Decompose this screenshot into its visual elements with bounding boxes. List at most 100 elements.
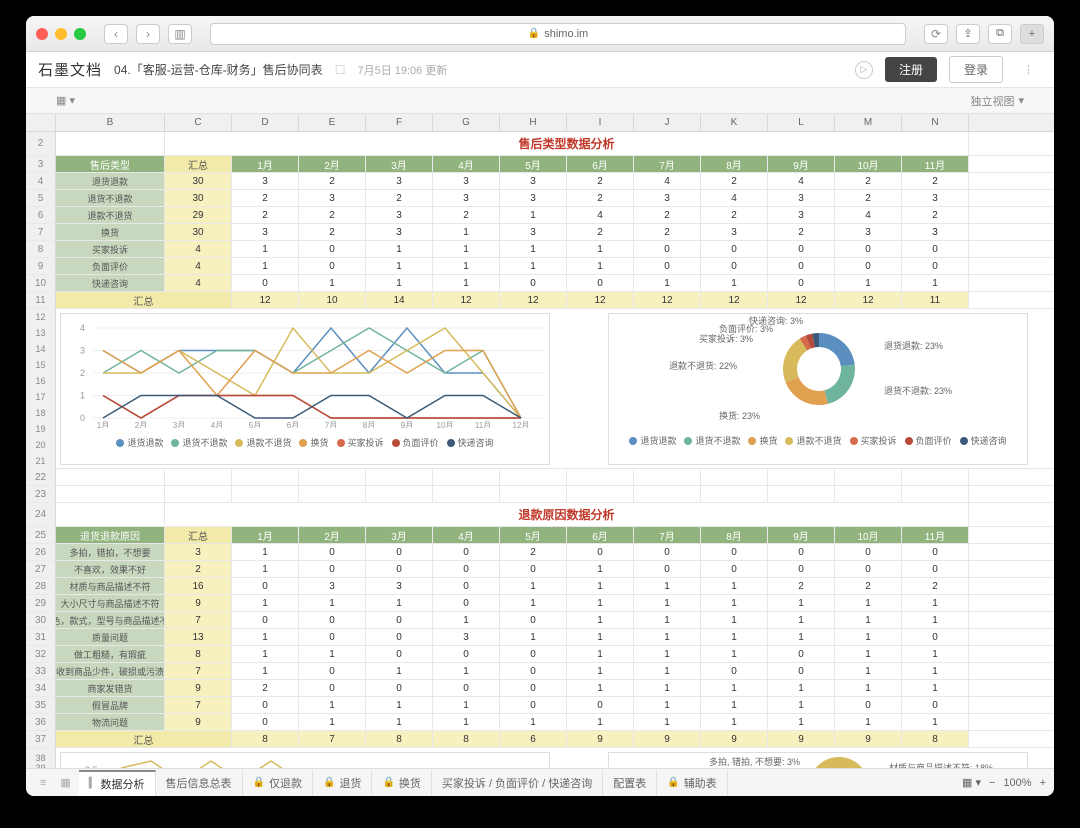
row-number[interactable]: 37 [26, 731, 56, 747]
row-number[interactable]: 32 [26, 646, 56, 662]
row-number[interactable]: 7 [26, 224, 56, 240]
col-header[interactable]: J [634, 114, 701, 131]
data-cell: 2 [567, 190, 634, 206]
col-header[interactable]: N [902, 114, 969, 131]
table-header: 10月 [835, 156, 902, 172]
row-number[interactable]: 31 [26, 629, 56, 645]
row-number[interactable]: 4 [26, 173, 56, 189]
sheet-tab[interactable]: ▍数据分析 [79, 770, 156, 796]
data-cell: 1 [768, 595, 835, 611]
col-header[interactable]: G [433, 114, 500, 131]
col-header[interactable]: I [567, 114, 634, 131]
register-button[interactable]: 注册 [885, 57, 937, 82]
sidebar-button[interactable]: ▥ [168, 24, 192, 44]
row-number[interactable]: 26 [26, 544, 56, 560]
row-number[interactable]: 2 [26, 132, 56, 155]
col-header[interactable]: L [768, 114, 835, 131]
data-cell: 1 [433, 612, 500, 628]
svg-text:快递咨询: 3%: 快递咨询: 3% [749, 315, 803, 326]
row-number[interactable]: 36 [26, 714, 56, 730]
data-cell: 0 [701, 561, 768, 577]
row-number[interactable]: 6 [26, 207, 56, 223]
login-button[interactable]: 登录 [949, 56, 1003, 83]
data-cell: 3 [433, 190, 500, 206]
data-cell: 1 [567, 680, 634, 696]
row-number[interactable]: 8 [26, 241, 56, 257]
col-header[interactable]: D [232, 114, 299, 131]
col-header[interactable]: H [500, 114, 567, 131]
data-cell: 2 [232, 680, 299, 696]
row-number[interactable]: 24 [26, 503, 56, 526]
sheet-tab[interactable]: 售后信息总表 [156, 770, 243, 796]
svg-text:0: 0 [80, 413, 85, 423]
data-cell: 0 [768, 275, 835, 291]
col-header[interactable]: F [366, 114, 433, 131]
tabs-icon[interactable]: ⧉ [988, 24, 1012, 44]
zoom-out-button[interactable]: − [989, 777, 995, 789]
close-icon[interactable] [36, 28, 48, 40]
col-header[interactable]: E [299, 114, 366, 131]
cell [768, 469, 835, 485]
col-header[interactable]: K [701, 114, 768, 131]
row-number[interactable]: 29 [26, 595, 56, 611]
row-number[interactable]: 23 [26, 486, 56, 502]
newtab-icon[interactable]: + [1020, 24, 1044, 44]
row-number[interactable]: 30 [26, 612, 56, 628]
col-header[interactable]: C [165, 114, 232, 131]
sheet-tab[interactable]: 🔒换货 [372, 770, 431, 796]
col-header[interactable]: M [835, 114, 902, 131]
row-number[interactable]: 11 [26, 292, 56, 308]
grid-icon[interactable]: ▦ ▾ [962, 776, 981, 789]
back-button[interactable]: ‹ [104, 24, 128, 44]
col-header[interactable] [26, 114, 56, 131]
row-label: 质量问题 [56, 629, 165, 645]
sheet-tab[interactable]: 配置表 [603, 770, 657, 796]
reload-button[interactable]: ⟳ [924, 24, 948, 44]
sum-cell: 9 [634, 731, 701, 747]
row-number[interactable]: 28 [26, 578, 56, 594]
sheet-body[interactable]: 2售后类型数据分析3售后类型汇总1月2月3月4月5月6月7月8月9月10月11月… [26, 132, 1054, 768]
row-number[interactable]: 33 [26, 663, 56, 679]
row-number[interactable]: 35 [26, 697, 56, 713]
sheet-tab[interactable]: 🔒仅退款 [243, 770, 313, 796]
row-total: 9 [165, 714, 232, 730]
row-number[interactable]: 34 [26, 680, 56, 696]
cell [835, 486, 902, 502]
sheet-tab[interactable]: 🔒退货 [313, 770, 372, 796]
share-icon[interactable]: ⇪ [956, 24, 980, 44]
data-cell: 0 [366, 561, 433, 577]
sheet-tab[interactable]: 买家投诉 / 负面评价 / 快递咨询 [432, 770, 603, 796]
row-number[interactable]: 12131415161718192021 [26, 309, 56, 469]
svg-text:退款不退货: 22%: 退款不退货: 22% [669, 360, 737, 371]
data-cell: 1 [701, 612, 768, 628]
col-header[interactable]: B [56, 114, 165, 131]
data-cell: 1 [902, 663, 969, 679]
row-total: 3 [165, 544, 232, 560]
sheet-tab[interactable]: 🔒辅助表 [657, 770, 727, 796]
row-number[interactable]: 27 [26, 561, 56, 577]
row-label: 做工粗糙，有瑕疵 [56, 646, 165, 662]
cell [902, 486, 969, 502]
add-sheet-icon[interactable]: ▦ [54, 776, 76, 789]
row-number[interactable]: 25 [26, 527, 56, 543]
address-bar[interactable]: 🔒 shimo.im [210, 23, 906, 45]
bookmark-icon[interactable]: ☐ [335, 63, 346, 77]
row-number[interactable]: 10 [26, 275, 56, 291]
more-icon[interactable]: ⋮ [1015, 63, 1042, 76]
view-mode[interactable]: 独立视图 ▾ [970, 93, 1024, 109]
minimize-icon[interactable] [55, 28, 67, 40]
forward-button[interactable]: › [136, 24, 160, 44]
menu-icon[interactable]: ≡ [34, 777, 52, 789]
zoom-icon[interactable] [74, 28, 86, 40]
data-cell: 0 [366, 680, 433, 696]
zoom-in-button[interactable]: + [1040, 777, 1046, 789]
format-icon[interactable]: ▦ ▾ [56, 94, 75, 107]
row-number[interactable]: 3 [26, 156, 56, 172]
row-number[interactable]: 383940 [26, 748, 56, 768]
cell [299, 486, 366, 502]
row-number[interactable]: 22 [26, 469, 56, 485]
data-cell: 4 [567, 207, 634, 223]
row-number[interactable]: 5 [26, 190, 56, 206]
row-number[interactable]: 9 [26, 258, 56, 274]
play-icon[interactable]: ▷ [855, 61, 873, 79]
